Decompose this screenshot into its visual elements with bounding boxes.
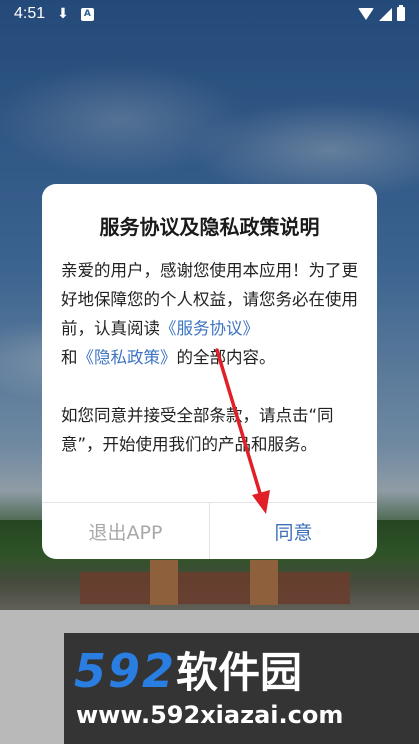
signal-icon xyxy=(379,7,392,21)
watermark-logo-cn: 软件园 xyxy=(176,648,303,697)
wifi-icon xyxy=(358,8,374,20)
dialog-body: 亲爱的用户，感谢您使用本应用！为了更好地保障您的个人权益，请您务必在使用前，认真… xyxy=(61,256,361,459)
exit-app-button[interactable]: 退出APP xyxy=(42,503,209,559)
dialog-text: 和 xyxy=(61,348,78,367)
watermark-logo: 592软件园 xyxy=(74,639,414,698)
status-bar: 4:51 ⬇ A xyxy=(0,0,419,28)
agree-button[interactable]: 同意 xyxy=(210,503,377,559)
service-agreement-link[interactable]: 《服务协议》 xyxy=(160,319,259,338)
battery-icon xyxy=(397,5,405,21)
watermark-url: www.592xiazai.com xyxy=(76,701,344,729)
watermark: 592软件园 www.592xiazai.com xyxy=(64,633,419,744)
dialog-paragraph-1: 亲爱的用户，感谢您使用本应用！为了更好地保障您的个人权益，请您务必在使用前，认真… xyxy=(61,256,361,372)
privacy-dialog: 服务协议及隐私政策说明 亲爱的用户，感谢您使用本应用！为了更好地保障您的个人权益… xyxy=(42,184,377,559)
privacy-policy-link[interactable]: 《隐私政策》 xyxy=(78,348,177,367)
a-notification-icon: A xyxy=(80,7,94,21)
status-time: 4:51 xyxy=(14,5,46,22)
dialog-paragraph-2: 如您同意并接受全部条款，请点击“同意”，开始使用我们的产品和服务。 xyxy=(61,406,334,454)
watermark-logo-digits: 592 xyxy=(74,644,177,698)
download-icon: ⬇ xyxy=(57,6,69,22)
dialog-text: 的全部内容。 xyxy=(176,348,276,367)
dialog-title: 服务协议及隐私政策说明 xyxy=(99,215,320,239)
status-icons xyxy=(358,5,405,21)
